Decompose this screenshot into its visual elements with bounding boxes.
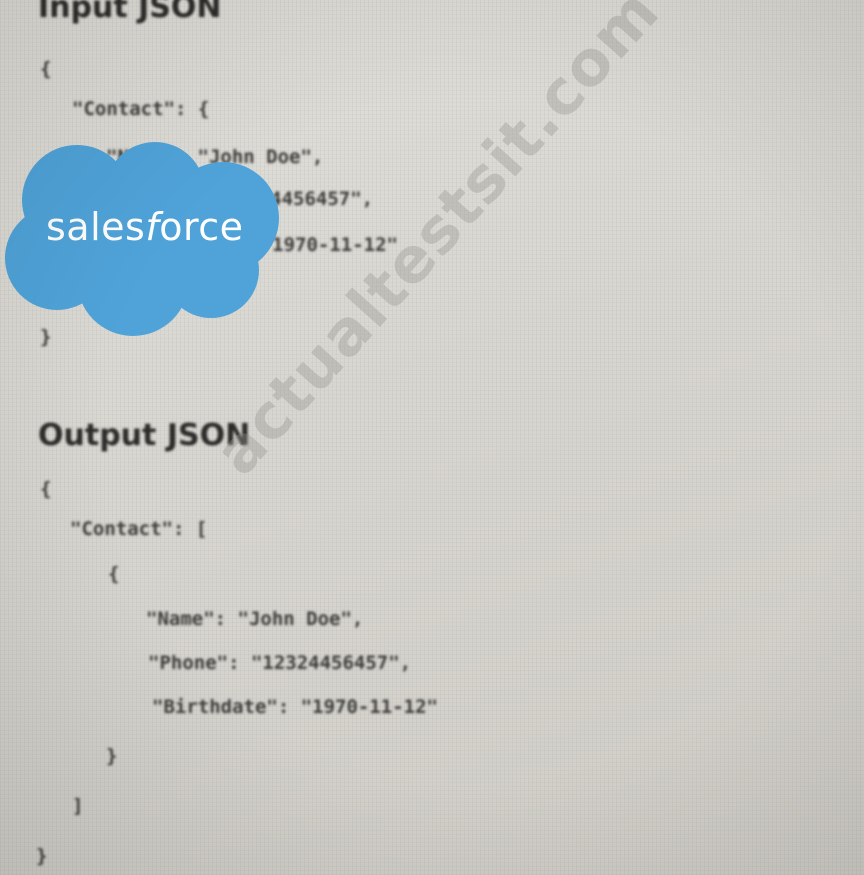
photographed-screen: Input JSON { "Contact": { "Name": "John … bbox=[0, 0, 864, 875]
output-line-6: "Birthdate": "1970-11-12" bbox=[152, 696, 438, 718]
output-line-9: } bbox=[36, 845, 48, 867]
output-line-4: "Name": "John Doe", bbox=[146, 608, 364, 630]
output-line-2: "Contact": [ bbox=[70, 518, 208, 540]
input-line-1: { bbox=[40, 58, 52, 80]
output-line-7: } bbox=[106, 745, 118, 767]
output-line-3: { bbox=[108, 563, 120, 585]
output-line-8: ] bbox=[72, 795, 84, 817]
json-document: Input JSON { "Contact": { "Name": "John … bbox=[0, 0, 864, 875]
salesforce-logo-wordmark: salesforce bbox=[46, 205, 244, 249]
output-line-5: "Phone": "12324456457", bbox=[148, 652, 412, 674]
input-json-heading: Input JSON bbox=[38, 0, 222, 25]
input-line-2: "Contact": { bbox=[72, 98, 210, 120]
output-line-1: { bbox=[40, 478, 52, 500]
